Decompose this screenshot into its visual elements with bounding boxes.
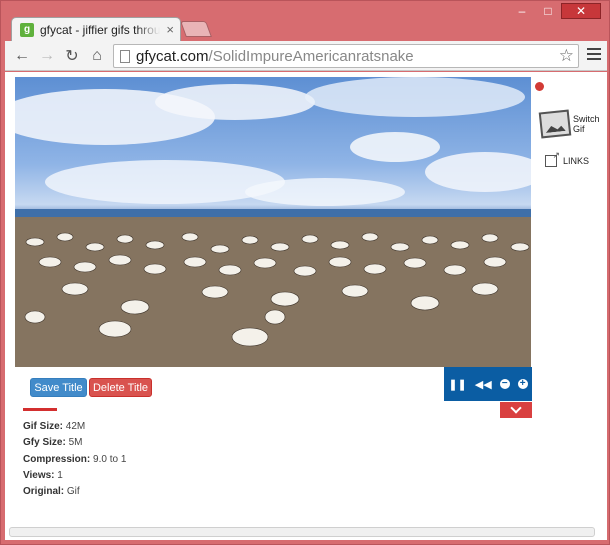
video-controls: ❚❚ ◀◀ − + xyxy=(444,367,532,401)
new-tab-button[interactable] xyxy=(180,21,212,37)
info-value: 5M xyxy=(68,437,83,449)
info-row-original: Original: Gif xyxy=(23,484,126,500)
gannet-colony xyxy=(24,232,530,347)
forward-icon[interactable]: → xyxy=(36,45,58,67)
url-path: /SolidImpureAmericanratsnake xyxy=(208,47,414,65)
close-tab-icon[interactable]: × xyxy=(166,22,174,37)
browser-window: – □ ✕ g gfycat - jiffier gifs through HT… xyxy=(0,0,610,545)
switch-gif-button[interactable]: Switch Gif xyxy=(538,109,606,139)
info-key: Gfy Size: xyxy=(23,437,66,449)
page-icon xyxy=(120,49,130,63)
links-label: LINKS xyxy=(563,156,590,166)
info-key: Original: xyxy=(23,486,65,498)
minimize-button[interactable]: – xyxy=(509,3,535,19)
back-icon[interactable]: ← xyxy=(11,45,33,67)
info-key: Compression: xyxy=(23,453,91,465)
record-indicator xyxy=(535,82,544,91)
url-text[interactable]: gfycat.com/SolidImpureAmericanratsnake xyxy=(136,48,414,65)
horizontal-scrollbar[interactable] xyxy=(9,527,595,537)
info-row-gfy-size: Gfy Size: 5M xyxy=(23,435,126,451)
home-icon[interactable]: ⌂ xyxy=(86,45,108,67)
browser-toolbar: ← → ↻ ⌂ gfycat.com/SolidImpureAmericanra… xyxy=(5,41,607,71)
maximize-button[interactable]: □ xyxy=(535,3,561,19)
expand-button[interactable] xyxy=(500,402,532,418)
info-key: Gif Size: xyxy=(23,421,64,432)
info-value: 1 xyxy=(57,469,63,481)
info-key: Views: xyxy=(23,469,55,481)
reload-icon[interactable]: ↻ xyxy=(61,45,83,67)
zoom-out-icon[interactable]: − xyxy=(499,379,510,389)
tab-gfycat[interactable]: g gfycat - jiffier gifs through HTML5 vi… xyxy=(11,17,181,41)
info-row-compression: Compression: 9.0 to 1 xyxy=(23,452,126,468)
links-button[interactable]: LINKS xyxy=(545,150,590,167)
page-viewport: Switch Gif LINKS Save Title Delete Title… xyxy=(5,72,607,540)
delete-title-button[interactable]: Delete Title xyxy=(89,378,152,397)
divider-line xyxy=(23,408,57,411)
bookmark-star-icon[interactable]: ☆ xyxy=(559,46,574,66)
info-value: Gif xyxy=(66,486,80,498)
pause-icon[interactable]: ❚❚ xyxy=(448,378,466,391)
chevron-down-icon xyxy=(510,402,522,414)
save-title-button[interactable]: Save Title xyxy=(30,378,87,397)
switch-gif-label: Switch Gif xyxy=(573,114,600,134)
tab-title: gfycat - jiffier gifs through HTML5 vide… xyxy=(40,22,160,37)
rewind-icon[interactable]: ◀◀ xyxy=(475,378,492,391)
info-row-gif-size: Gif Size: 42M xyxy=(23,419,126,435)
chrome-menu-icon[interactable] xyxy=(587,48,601,60)
gif-video[interactable] xyxy=(15,77,531,367)
info-value: 42M xyxy=(65,421,86,432)
window-controls: – □ ✕ xyxy=(509,3,601,19)
info-row-views: Views: 1 xyxy=(23,468,126,484)
info-value: 9.0 to 1 xyxy=(93,453,127,465)
gif-info: Gif Size: 42M Gfy Size: 5M Compression: … xyxy=(23,419,126,500)
switch-gif-label-line2: Gif xyxy=(573,124,585,134)
external-link-icon xyxy=(545,150,560,167)
address-bar[interactable]: gfycat.com/SolidImpureAmericanratsnake ☆ xyxy=(113,44,579,68)
zoom-in-icon[interactable]: + xyxy=(517,379,528,389)
gfycat-favicon-icon: g xyxy=(20,22,34,37)
close-window-button[interactable]: ✕ xyxy=(561,3,601,19)
image-thumbnail-icon xyxy=(538,109,572,139)
url-host: gfycat.com xyxy=(136,47,209,65)
switch-gif-label-line1: Switch xyxy=(573,114,600,124)
